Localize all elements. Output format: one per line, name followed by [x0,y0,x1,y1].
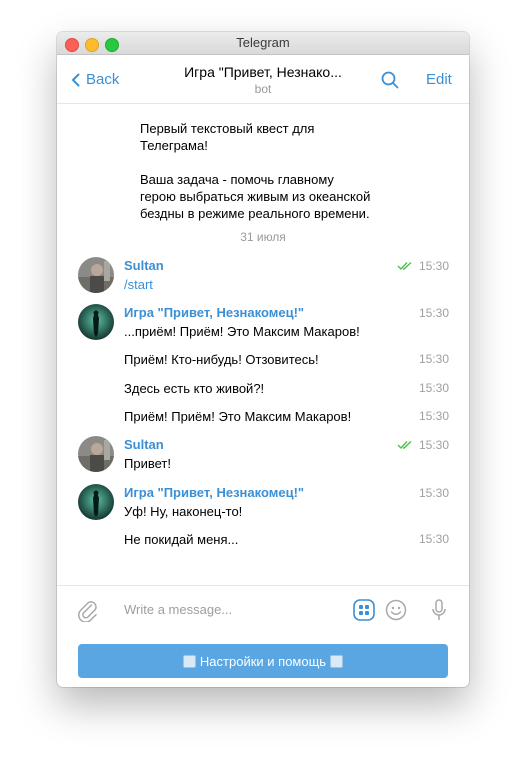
settings-emoji-icon [182,654,196,668]
edit-button[interactable]: Edit [426,71,452,88]
read-checkmarks-icon [397,261,412,271]
message-text[interactable]: Здесь есть кто живой?! [124,381,264,396]
bot-keyboard-button-label: Настройки и помощь [199,653,327,669]
message-input[interactable]: Write a message... [124,602,344,617]
message-time: 15:30 [418,381,449,395]
message-text[interactable]: Приём! Приём! Это Максим Макаров! [124,409,351,424]
attach-button[interactable] [78,600,98,627]
bot-description-line: герою выбраться живым из океанской [140,189,371,204]
window-title: Telegram [236,35,290,50]
microphone-icon [432,599,446,620]
telegram-window: Telegram Back Игра "Привет, Незнако... b… [57,32,469,687]
bot-description-line: Ваша задача - помочь главному [140,172,334,187]
avatar-sultan[interactable] [78,257,114,293]
message-text[interactable]: ...приём! Приём! Это Максим Макаров! [124,324,360,339]
message-time: 15:30 [418,532,449,546]
message-text[interactable]: Приём! Кто-нибудь! Отзовитесь! [124,352,319,367]
message-history[interactable]: Первый текстовый квест для Телеграма! Ва… [57,104,469,584]
message-sender[interactable]: Игра "Привет, Незнакомец!" [124,485,304,500]
chevron-left-icon [72,73,80,86]
emoji-button[interactable] [385,599,407,626]
close-window-button[interactable] [65,38,79,52]
message-sender[interactable]: Игра "Привет, Незнакомец!" [124,305,304,320]
zoom-window-button[interactable] [105,38,119,52]
message-time: 15:30 [418,409,449,423]
back-label: Back [86,71,120,88]
voice-record-button[interactable] [431,599,447,626]
search-button[interactable] [381,71,399,94]
avatar-bot[interactable] [78,304,114,340]
bot-description-line: Телеграма! [140,138,208,153]
paperclip-icon [78,601,97,623]
avatar-sultan[interactable] [78,436,114,472]
search-icon [381,71,399,89]
message-time: 15:30 [418,438,449,452]
avatar-bot[interactable] [78,484,114,520]
settings-emoji-icon [330,654,344,668]
chat-subtitle: bot [254,82,272,96]
back-button[interactable]: Back [71,71,119,88]
bot-keyboard-toggle-button[interactable] [353,599,375,626]
date-separator: 31 июля [240,230,286,244]
message-time: 15:30 [418,486,449,500]
message-sender[interactable]: Sultan [124,258,164,273]
message-text[interactable]: Привет! [124,456,171,471]
read-checkmarks-icon [397,440,412,450]
message-composer: Write a message... [57,585,469,634]
bot-description: Первый текстовый квест для Телеграма! Ва… [140,120,370,222]
message-text[interactable]: Уф! Ну, наконец-то! [124,504,242,519]
bot-keyboard-icon [353,599,375,621]
message-text[interactable]: Не покидай меня... [124,532,238,547]
bot-description-line: Первый текстовый квест для [140,121,315,136]
chat-title[interactable]: Игра "Привет, Незнако... [157,64,369,80]
chat-header: Back Игра "Привет, Незнако... bot Edit [57,55,469,104]
message-sender[interactable]: Sultan [124,437,164,452]
smiley-icon [385,599,407,621]
message-text[interactable]: /start [124,277,153,292]
bot-keyboard-button-settings[interactable]: Настройки и помощь [78,644,448,678]
message-time: 15:30 [418,352,449,366]
minimize-window-button[interactable] [85,38,99,52]
message-time: 15:30 [418,259,449,273]
bot-description-line: бездны в режиме реального времени. [140,206,370,221]
window-titlebar: Telegram [57,32,469,55]
message-time: 15:30 [418,306,449,320]
